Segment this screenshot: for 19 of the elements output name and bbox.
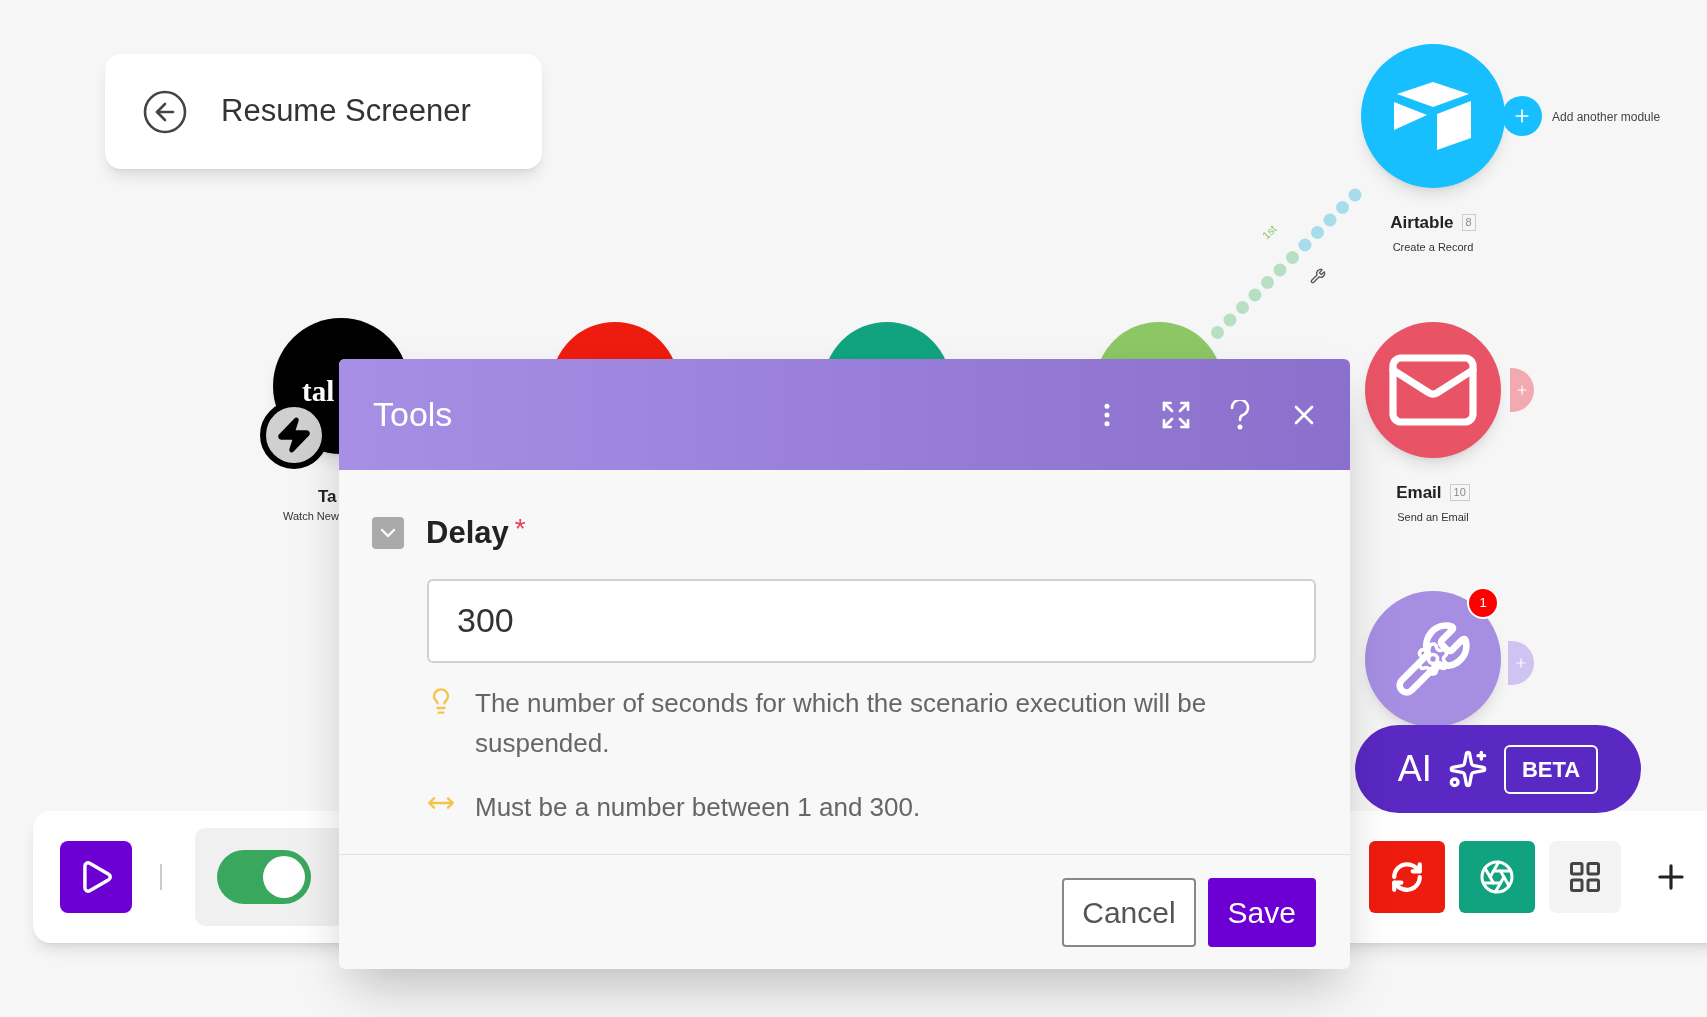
- logo-text: tal: [302, 374, 335, 409]
- module-name: Airtable: [1390, 212, 1454, 234]
- beta-badge: BETA: [1503, 744, 1599, 794]
- module-action: Create a Record: [1392, 239, 1474, 255]
- dialog-title: Tools: [373, 394, 453, 435]
- module-action: Send an Email: [1397, 509, 1469, 525]
- required-mark: *: [514, 512, 526, 547]
- module-name: Email: [1396, 482, 1442, 504]
- field-label: Delay: [426, 514, 509, 552]
- route-label: 1st: [1258, 221, 1280, 244]
- add-module-label: Add another module: [1552, 109, 1661, 126]
- module-count: 10: [1449, 484, 1470, 502]
- notification-badge: 1: [1467, 587, 1499, 619]
- hint-text: The number of seconds for which the scenario execution will be suspended.: [475, 686, 1208, 760]
- module-count: 8: [1461, 214, 1476, 232]
- module-name: Ta: [318, 486, 337, 508]
- hint-text: Must be a number between 1 and 300.: [475, 790, 922, 824]
- scenario-title: Resume Screener: [221, 92, 471, 131]
- module-action: Watch New: [283, 509, 339, 524]
